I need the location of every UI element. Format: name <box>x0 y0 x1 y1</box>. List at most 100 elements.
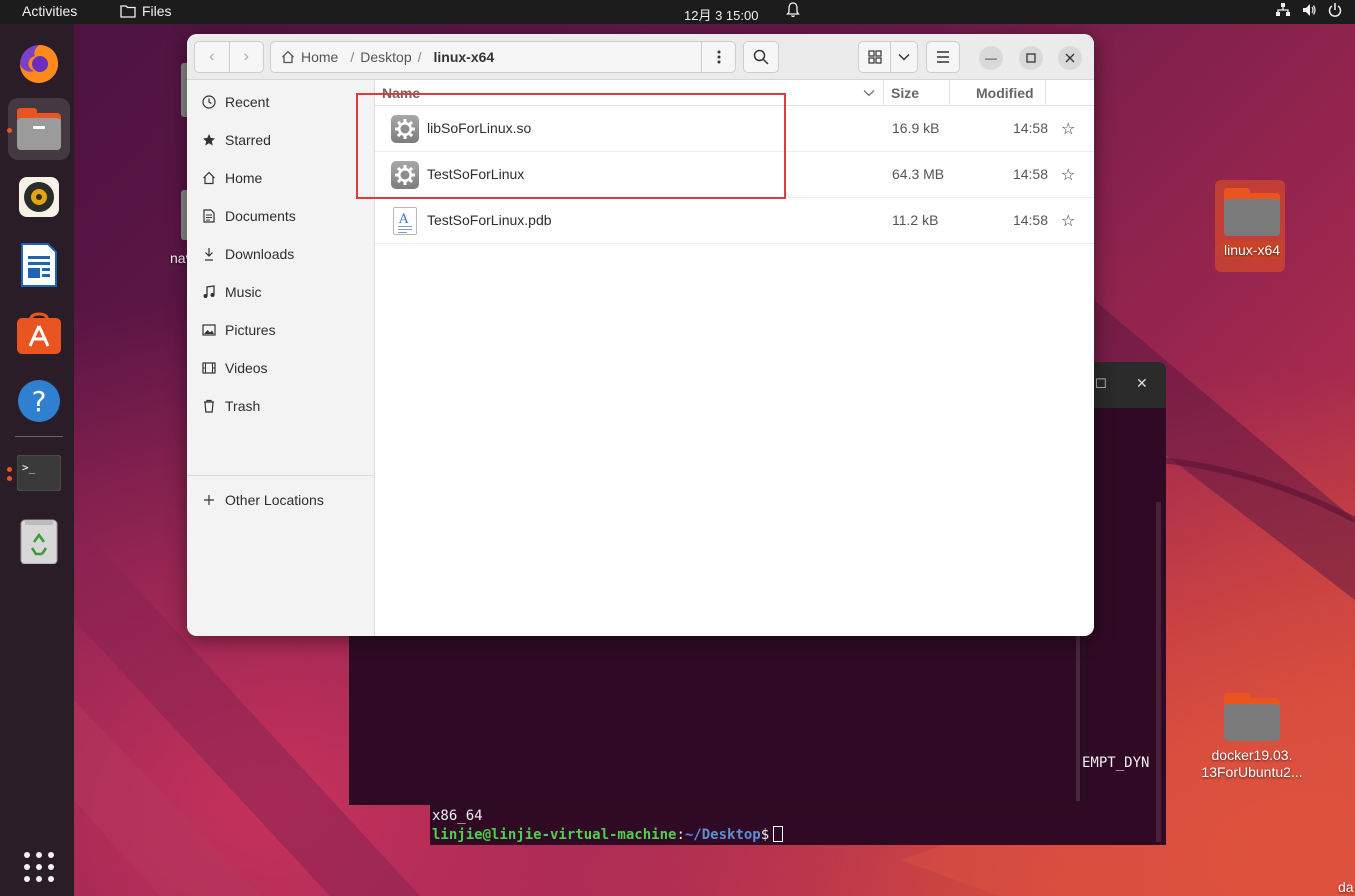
sidebar-item-label: Documents <box>225 208 296 224</box>
sidebar-item-music[interactable]: Music <box>187 274 375 310</box>
close-button[interactable] <box>1058 46 1082 70</box>
column-divider <box>883 80 884 106</box>
star-outline-icon[interactable]: ☆ <box>1061 211 1075 231</box>
plus-icon <box>204 495 214 505</box>
sidebar-item-label: Downloads <box>225 246 295 262</box>
trash-icon <box>204 399 214 413</box>
activities-button[interactable]: Activities <box>22 3 77 19</box>
notification-bell-icon[interactable] <box>786 2 800 21</box>
search-button[interactable] <box>743 41 779 73</box>
file-modified: 14:58 <box>1012 212 1048 228</box>
prompt-symbol: $ <box>760 827 770 843</box>
terminal-output-line: x86_64 <box>432 808 483 824</box>
clock[interactable]: 12月 3 15:00 <box>684 5 758 24</box>
prompt-path: ~/Desktop <box>684 827 761 843</box>
forward-button[interactable]: › <box>230 48 264 66</box>
trash-icon[interactable] <box>8 510 70 572</box>
sidebar-item-label: Recent <box>225 94 270 110</box>
sidebar-item-label: Videos <box>225 360 268 376</box>
breadcrumb-home[interactable]: Home <box>271 49 344 65</box>
executable-gear-icon <box>391 115 419 143</box>
files-window[interactable]: ‹ › Home / Desktop / linux-x64 — Recent … <box>187 34 1094 636</box>
sidebar-item-videos[interactable]: Videos <box>187 350 375 386</box>
breadcrumb-current[interactable]: linux-x64 <box>428 49 495 65</box>
breadcrumb-separator: / <box>350 49 355 65</box>
folder-icon <box>120 5 136 18</box>
file-row[interactable]: A TestSoForLinux.pdb 11.2 kB 14:58 ☆ <box>375 198 1094 244</box>
home-icon <box>282 50 294 64</box>
sidebar: Recent Starred Home Documents Downloads … <box>187 80 375 636</box>
terminal-icon[interactable]: >_ <box>8 442 70 504</box>
navigation-buttons: ‹ › <box>194 41 264 73</box>
sidebar-item-label: Home <box>225 170 263 186</box>
file-name: TestSoForLinux.pdb <box>427 212 552 228</box>
svg-text:>_: >_ <box>22 461 36 474</box>
terminal-cursor <box>773 826 784 842</box>
sidebar-item-other-locations[interactable]: Other Locations <box>187 482 375 518</box>
chevron-down-icon <box>898 54 910 61</box>
breadcrumb-separator: / <box>417 49 422 65</box>
file-name: TestSoForLinux <box>427 166 525 182</box>
running-indicator <box>7 476 12 481</box>
running-indicator <box>7 128 12 133</box>
sidebar-item-trash[interactable]: Trash <box>187 388 375 424</box>
path-menu-button[interactable] <box>701 42 735 72</box>
svg-text:?: ? <box>32 385 47 418</box>
network-icon <box>1276 3 1290 16</box>
rhythmbox-icon[interactable] <box>8 166 70 228</box>
grid-view-button[interactable] <box>859 50 890 64</box>
sidebar-item-documents[interactable]: Documents <box>187 198 375 234</box>
view-options-button[interactable] <box>891 53 917 61</box>
sidebar-separator <box>187 475 375 476</box>
sidebar-item-home[interactable]: Home <box>187 160 375 196</box>
file-row[interactable]: TestSoForLinux 64.3 MB 14:58 ☆ <box>375 152 1094 198</box>
maximize-button[interactable] <box>1019 46 1043 70</box>
sidebar-item-recent[interactable]: Recent <box>187 84 375 120</box>
app-menu[interactable]: Files <box>120 3 172 19</box>
document-icon <box>203 209 215 223</box>
sidebar-item-downloads[interactable]: Downloads <box>187 236 375 272</box>
desktop-icon-partial[interactable]: da <box>1338 879 1355 895</box>
system-tray[interactable] <box>1275 2 1355 18</box>
terminal-scrollbar[interactable] <box>1076 631 1080 801</box>
file-row[interactable]: libSoForLinux.so 16.9 kB 14:58 ☆ <box>375 106 1094 152</box>
maximize-icon[interactable]: ☐ <box>1095 376 1107 392</box>
column-header-modified[interactable]: Modified <box>976 85 1034 101</box>
help-icon[interactable]: ? <box>8 370 70 432</box>
terminal-prompt[interactable]: linjie@linjie-virtual-machine:~/Desktop$ <box>432 826 784 843</box>
star-icon <box>203 134 215 146</box>
download-icon <box>205 248 213 261</box>
back-button[interactable]: ‹ <box>195 48 229 66</box>
path-bar[interactable]: Home / Desktop / linux-x64 <box>270 41 736 73</box>
breadcrumb-label: Home <box>301 49 339 65</box>
sidebar-item-pictures[interactable]: Pictures <box>187 312 375 348</box>
minimize-button[interactable]: — <box>979 46 1003 70</box>
power-icon <box>1328 3 1342 17</box>
close-icon[interactable]: ✕ <box>1136 375 1148 392</box>
dock-separator <box>15 436 63 437</box>
sidebar-item-starred[interactable]: Starred <box>187 122 375 158</box>
terminal-scrollbar[interactable] <box>1156 502 1161 842</box>
view-toggle-group <box>858 41 918 73</box>
desktop-icon-label: linux-x64 <box>1220 241 1284 259</box>
sidebar-item-label: Starred <box>225 132 271 148</box>
column-header-name[interactable]: Name <box>382 85 420 101</box>
libreoffice-writer-icon[interactable] <box>8 234 70 296</box>
breadcrumb-desktop[interactable]: Desktop <box>360 49 411 65</box>
terminal-output-line: EMPT_DYN <box>1082 755 1150 771</box>
star-outline-icon[interactable]: ☆ <box>1061 119 1075 139</box>
prompt-user: linjie@linjie-virtual-machine <box>432 827 677 843</box>
show-apps-icon[interactable] <box>8 836 70 896</box>
desktop-folder-docker[interactable]: docker19.03. 13ForUbuntu2... <box>1184 693 1320 781</box>
column-divider <box>1045 80 1046 106</box>
desktop-folder-linux-x64[interactable]: linux-x64 <box>1207 180 1297 272</box>
app-center-icon[interactable] <box>8 302 70 364</box>
firefox-icon[interactable] <box>8 32 70 94</box>
executable-gear-icon <box>391 161 419 189</box>
column-header-size[interactable]: Size <box>891 85 919 101</box>
main-menu-button[interactable] <box>926 41 960 73</box>
files-icon[interactable] <box>8 98 70 160</box>
star-outline-icon[interactable]: ☆ <box>1061 165 1075 185</box>
sort-chevron-down-icon[interactable] <box>863 89 875 97</box>
column-headers: Name Size Modified <box>375 80 1094 106</box>
